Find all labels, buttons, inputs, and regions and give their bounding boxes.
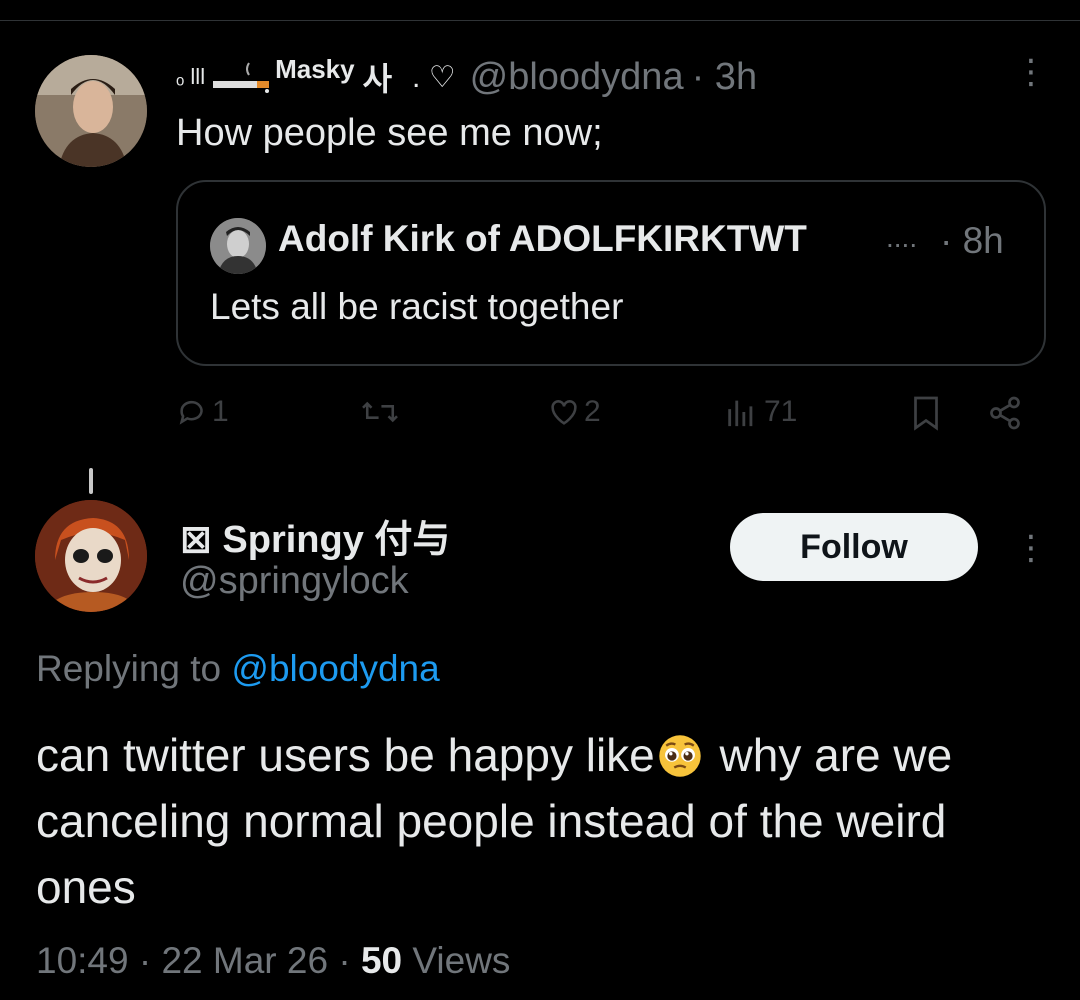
like-button[interactable]: 2 [546, 395, 601, 429]
replying-to: Replying to @bloodydna [36, 648, 440, 690]
views-icon [728, 400, 753, 427]
views-count: 71 [764, 395, 798, 428]
thread-connector [89, 468, 93, 494]
retweet-button[interactable] [358, 395, 402, 429]
quoted-tweet[interactable]: Adolf Kirk of ADOLFKIRKTWT .... · 8h Let… [176, 180, 1046, 366]
like-count: 2 [584, 395, 601, 428]
display-name-suffix: 사 [362, 61, 393, 97]
tweet2-display-name[interactable]: ⊠ Springy 付与 [180, 508, 450, 563]
tweet2-views-count: 50 [360, 940, 403, 981]
tweet1-header: ₒ lll Masky 사 . ♡ @bloodydna · 3h [176, 52, 757, 102]
tweet1-actions: 1 2 71 [0, 395, 1080, 445]
bookmark-icon [914, 396, 938, 431]
replying-mention-link[interactable]: @bloodydna [231, 648, 439, 689]
tweet2-text: can twitter users be happy like why are … [36, 722, 1046, 920]
quote-author-name: Adolf Kirk of ADOLFKIRKTWT [278, 218, 807, 259]
bookmark-button[interactable] [910, 395, 942, 431]
views-button[interactable]: 71 [722, 395, 797, 429]
avatar[interactable] [35, 500, 147, 612]
tweet1-time[interactable]: · 3h [692, 56, 757, 99]
reply-icon [179, 400, 203, 425]
tweet2-text-part1: can twitter users be happy like [36, 729, 655, 781]
quote-avatar [210, 218, 266, 274]
display-name[interactable]: Masky [275, 54, 355, 85]
avatar[interactable] [35, 55, 147, 167]
display-name-decoration: ₒ lll [176, 64, 206, 89]
display-name-extra: . ♡ [412, 60, 456, 94]
share-button[interactable] [986, 395, 1024, 431]
quote-text: Lets all be racist together [210, 286, 624, 327]
reply-button[interactable]: 1 [176, 395, 229, 429]
tweet2-timestamp[interactable]: 10:49 · 22 Mar 26 · [36, 940, 361, 981]
more-options-icon[interactable]: ⋮ [1014, 528, 1048, 568]
tweet2-handle[interactable]: @springylock [180, 560, 409, 603]
reply-count: 1 [212, 395, 229, 428]
quote-name-ellipsis: .... [886, 222, 918, 253]
tweet2-views-label: Views [402, 940, 511, 981]
more-options-icon[interactable]: ⋮ [1014, 52, 1048, 92]
pleading-face-icon [659, 735, 701, 777]
cigarette-icon [213, 62, 270, 93]
tweet1-handle[interactable]: @bloodydna [470, 56, 684, 99]
replying-prefix: Replying to [36, 648, 222, 689]
quote-time: · 8h [940, 220, 1004, 261]
tweet2-meta: 10:49 · 22 Mar 26 · 50 Views [36, 940, 510, 982]
heart-icon [551, 400, 577, 425]
share-icon [990, 396, 1020, 430]
tweet1-text: How people see me now; [176, 112, 603, 154]
follow-button[interactable]: Follow [730, 513, 978, 581]
top-divider [0, 20, 1080, 21]
retweet-icon [362, 401, 398, 423]
